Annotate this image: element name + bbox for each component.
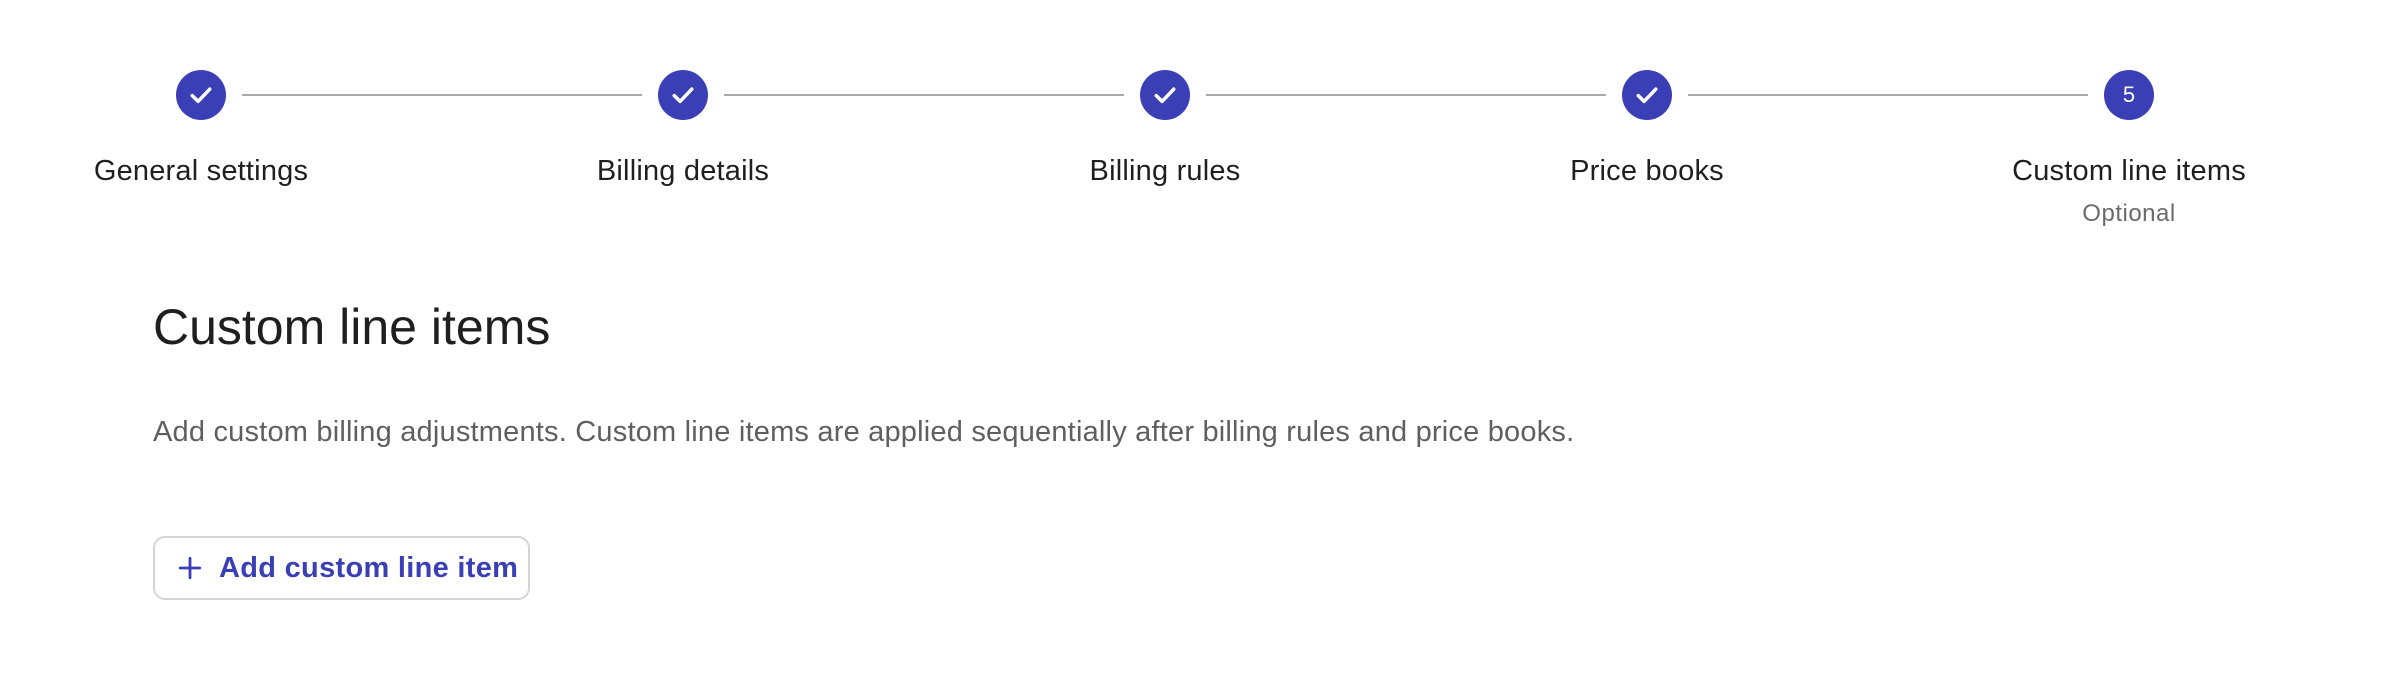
check-icon [1636, 87, 1658, 104]
step-connector [1206, 94, 1606, 96]
step-completed-indicator [1140, 70, 1190, 120]
step-completed-indicator [1622, 70, 1672, 120]
check-icon [1154, 87, 1176, 104]
step-connector [1688, 94, 2088, 96]
page-title: Custom line items [153, 299, 551, 355]
step-label: General settings [93, 155, 309, 187]
add-custom-line-item-button[interactable]: Add custom line item [153, 536, 530, 600]
step-label: Billing rules [1089, 155, 1241, 187]
step-label: Custom line items [2012, 155, 2246, 187]
stepper: General settings Billing details Billing… [0, 0, 2390, 260]
step-label: Billing details [596, 155, 770, 187]
check-icon [190, 87, 212, 104]
step-completed-indicator [658, 70, 708, 120]
add-button-label: Add custom line item [219, 551, 519, 584]
step-number-indicator: 5 [2104, 70, 2154, 120]
step-label: Price books [1570, 155, 1724, 187]
plus-icon [177, 555, 203, 581]
step-connector [242, 94, 642, 96]
step-optional-label: Optional [2082, 200, 2176, 227]
step-completed-indicator [176, 70, 226, 120]
page-description: Add custom billing adjustments. Custom l… [153, 416, 1575, 448]
check-icon [672, 87, 694, 104]
step-connector [724, 94, 1124, 96]
